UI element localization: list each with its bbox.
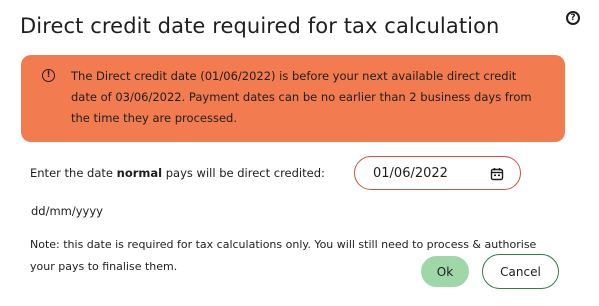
help-icon[interactable]: ? xyxy=(566,11,580,25)
direct-credit-date-label: Enter the date normal pays will be direc… xyxy=(30,166,325,180)
ok-button[interactable]: Ok xyxy=(421,256,469,287)
date-format-hint: dd/mm/yyyy xyxy=(31,204,103,218)
warning-circle-icon: ! xyxy=(42,69,55,82)
error-alert: ! The Direct credit date (01/06/2022) is… xyxy=(21,55,565,142)
label-text-before: Enter the date xyxy=(30,166,117,180)
note-text: Note: this date is required for tax calc… xyxy=(30,238,537,273)
date-value[interactable]: 01/06/2022 xyxy=(373,166,490,181)
alert-message: The Direct credit date (01/06/2022) is b… xyxy=(71,69,532,125)
cancel-button[interactable]: Cancel xyxy=(482,254,559,289)
direct-credit-date-input[interactable]: 01/06/2022 xyxy=(354,156,521,190)
label-text-after: pays will be direct credited: xyxy=(162,166,325,180)
calendar-icon[interactable] xyxy=(490,166,504,181)
label-text-bold: normal xyxy=(116,166,163,180)
dialog-title: Direct credit date required for tax calc… xyxy=(20,14,500,38)
